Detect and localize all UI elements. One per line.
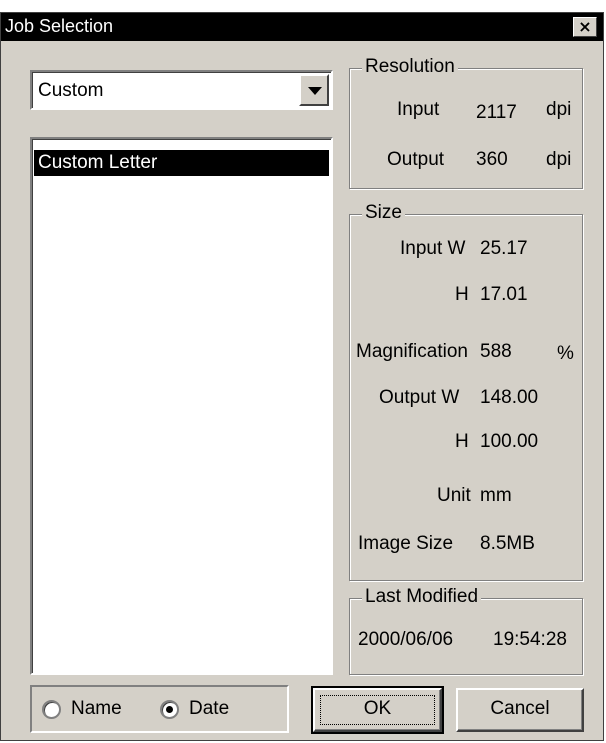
image-size-value: 8.5MB [480, 533, 535, 554]
close-icon: × [578, 17, 592, 36]
magnification-value: 588 [480, 341, 512, 362]
magnification-label: Magnification [356, 341, 468, 362]
chevron-down-icon[interactable] [299, 74, 329, 106]
job-list[interactable]: Custom Letter [30, 137, 333, 675]
last-modified-date: 2000/06/06 [358, 629, 454, 650]
output-height-value: 100.00 [480, 431, 539, 452]
title-bar[interactable]: Job Selection × [1, 13, 603, 41]
sort-radio-group: Name Date [30, 685, 289, 733]
sort-date-radio[interactable] [160, 700, 179, 719]
output-resolution-unit: dpi [546, 149, 572, 170]
image-size-label: Image Size [358, 533, 454, 554]
ok-button[interactable]: OK [311, 686, 444, 734]
resolution-title: Resolution [362, 56, 458, 78]
input-width-value: 25.17 [480, 238, 528, 259]
last-modified-group: Last Modified 2000/06/06 19:54:28 [349, 586, 583, 675]
list-item[interactable]: Custom Letter [34, 150, 329, 176]
input-resolution-label: Input [397, 99, 440, 120]
size-group: Size Input W 25.17 H 17.01 Magnification… [349, 202, 583, 581]
magnification-unit: % [557, 343, 574, 364]
category-select[interactable]: Custom [30, 70, 333, 110]
input-height-value: 17.01 [480, 284, 528, 305]
output-resolution-value: 360 [476, 149, 508, 170]
sort-name-label[interactable]: Name [71, 698, 122, 720]
output-width-value: 148.00 [480, 387, 539, 408]
unit-label: Unit [437, 485, 471, 506]
category-select-value: Custom [38, 80, 104, 101]
sort-date-label[interactable]: Date [189, 698, 229, 720]
last-modified-title: Last Modified [362, 586, 482, 608]
input-resolution-unit: dpi [546, 99, 572, 120]
focus-rect [320, 695, 435, 725]
close-button[interactable]: × [573, 17, 597, 37]
job-selection-dialog: Job Selection × Custom Custom Letter Res… [0, 12, 604, 741]
cancel-button-label: Cancel [490, 698, 550, 719]
sort-name-radio[interactable] [42, 700, 61, 719]
window-title: Job Selection [5, 16, 114, 36]
cancel-button[interactable]: Cancel [456, 688, 584, 732]
unit-value: mm [480, 485, 512, 506]
size-title: Size [362, 202, 405, 224]
input-resolution-value: 2117 [476, 102, 517, 123]
last-modified-time: 19:54:28 [493, 629, 567, 650]
output-height-label: H [455, 431, 469, 452]
resolution-group: Resolution Input 2117 dpi Output 360 dpi [349, 56, 583, 189]
output-resolution-label: Output [387, 149, 445, 170]
input-height-label: H [455, 284, 469, 305]
input-width-label: Input W [400, 238, 466, 259]
output-width-label: Output W [379, 387, 460, 408]
